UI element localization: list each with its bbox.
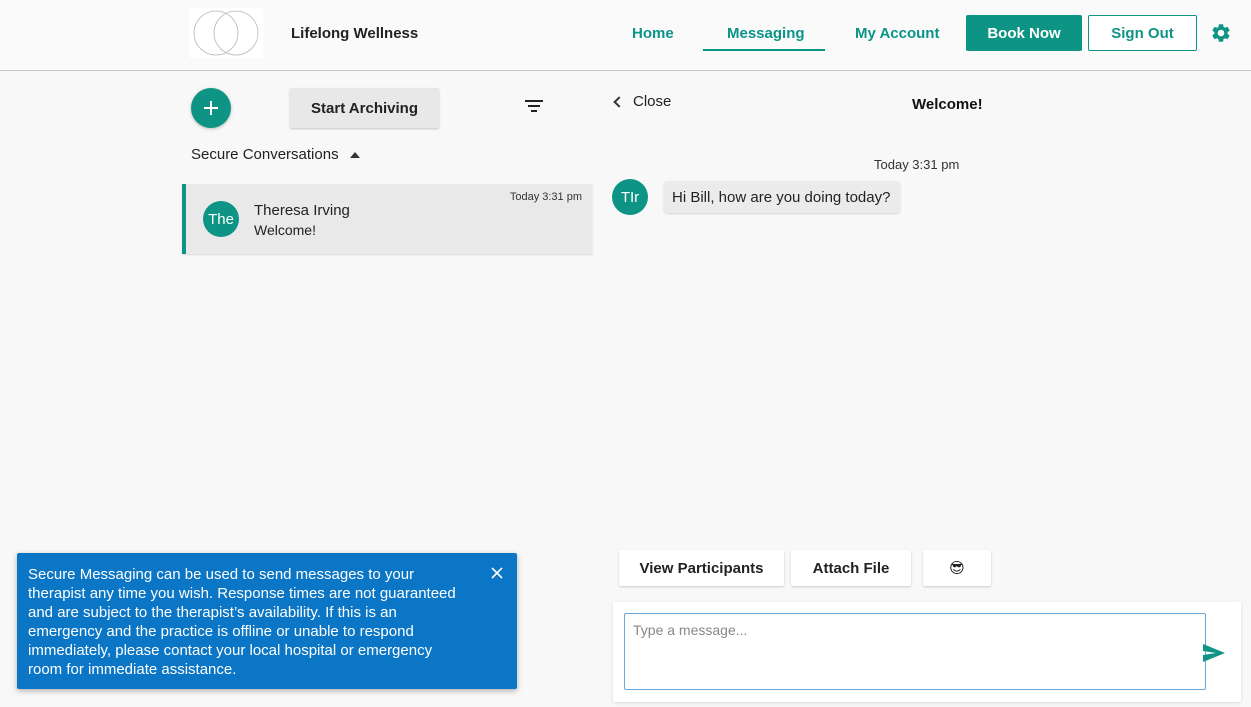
- avatar: The: [203, 201, 239, 237]
- sign-out-button[interactable]: Sign Out: [1088, 15, 1197, 51]
- logo-circles-icon: [193, 10, 259, 56]
- thread-title: Welcome!: [912, 96, 983, 113]
- nav-my-account[interactable]: My Account: [855, 25, 939, 42]
- secure-messaging-notice: Secure Messaging can be used to send mes…: [17, 553, 517, 689]
- close-label: Close: [633, 93, 672, 110]
- nav-messaging[interactable]: Messaging: [727, 25, 805, 42]
- conversation-item[interactable]: The Theresa Irving Welcome! Today 3:31 p…: [182, 184, 592, 254]
- message-input[interactable]: [624, 613, 1206, 690]
- brand-name: Lifelong Wellness: [291, 25, 419, 42]
- close-icon[interactable]: [491, 566, 503, 579]
- conversation-preview: Welcome!: [254, 222, 316, 238]
- book-now-button[interactable]: Book Now: [966, 15, 1082, 51]
- close-thread-button[interactable]: Close: [612, 93, 671, 110]
- message-composer: [613, 602, 1241, 702]
- new-conversation-button[interactable]: [191, 88, 231, 128]
- notice-text: Secure Messaging can be used to send mes…: [28, 566, 456, 678]
- plus-icon: [204, 101, 218, 115]
- attach-file-button[interactable]: Attach File: [791, 550, 911, 586]
- send-icon[interactable]: [1201, 642, 1227, 664]
- conversation-time: Today 3:31 pm: [509, 191, 582, 203]
- message-bubble: Hi Bill, how are you doing today?: [664, 181, 900, 213]
- filter-icon[interactable]: [524, 98, 544, 114]
- gear-icon[interactable]: [1210, 22, 1232, 44]
- section-label: Secure Conversations: [191, 146, 339, 163]
- nav-home[interactable]: Home: [632, 25, 674, 42]
- sender-avatar: TIr: [612, 179, 648, 215]
- emoji-button[interactable]: 😎: [923, 550, 991, 586]
- chevron-left-icon: [613, 95, 625, 108]
- start-archiving-button[interactable]: Start Archiving: [290, 88, 439, 128]
- top-header: Lifelong Wellness Home Messaging My Acco…: [0, 0, 1251, 71]
- caret-up-icon: [349, 151, 360, 158]
- brand-logo[interactable]: [189, 8, 263, 58]
- nav-active-indicator: [703, 49, 825, 51]
- view-participants-button[interactable]: View Participants: [619, 550, 784, 586]
- conversation-name: Theresa Irving: [254, 202, 350, 219]
- secure-conversations-toggle[interactable]: Secure Conversations: [191, 146, 360, 163]
- message-timestamp: Today 3:31 pm: [874, 157, 960, 172]
